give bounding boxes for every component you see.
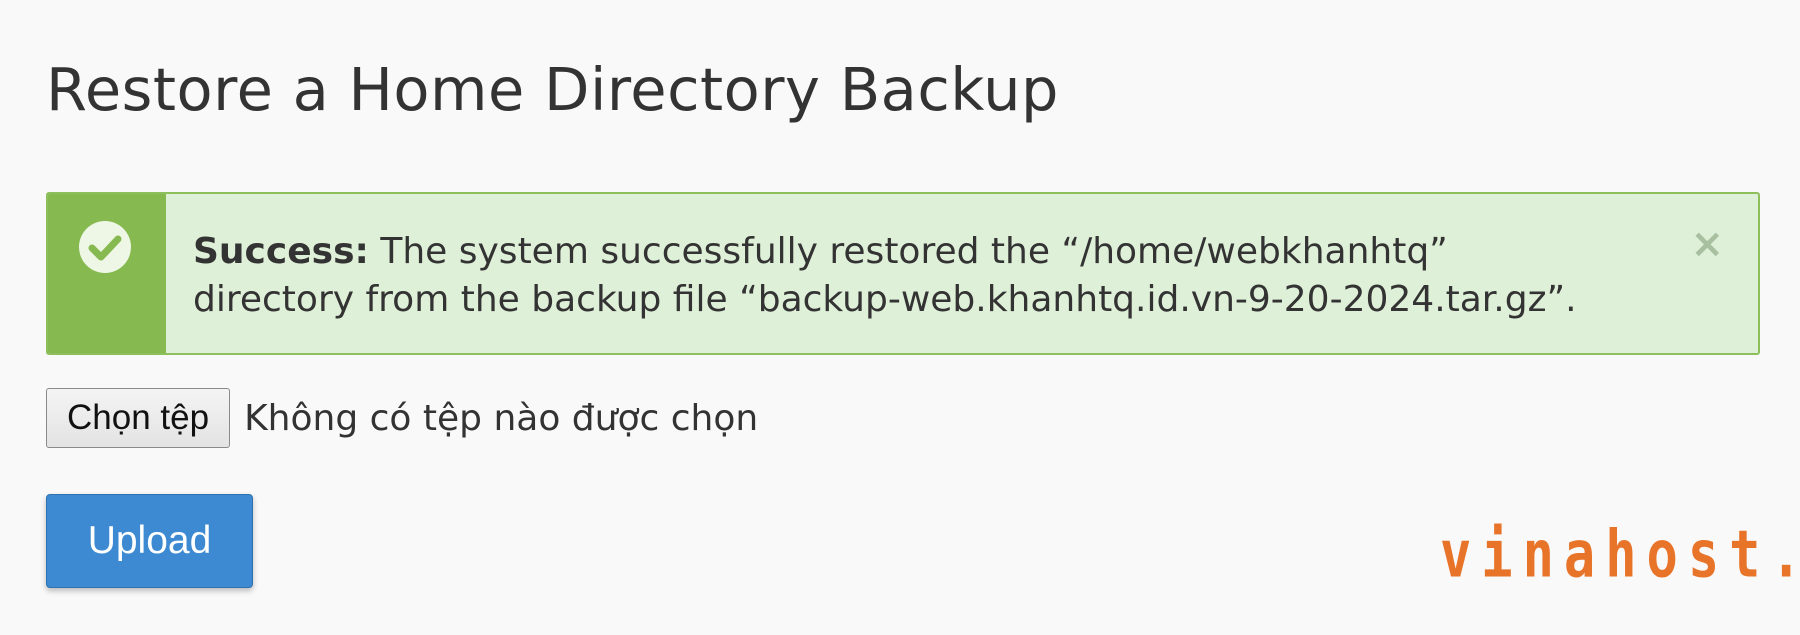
check-circle-icon xyxy=(79,221,131,273)
alert-text: The system successfully restored the “/h… xyxy=(193,231,1577,320)
alert-label: Success: xyxy=(193,231,369,272)
page-title: Restore a Home Directory Backup xyxy=(46,55,1059,124)
watermark-text: vinahost. xyxy=(1440,517,1800,593)
file-status-text: Không có tệp nào được chọn xyxy=(244,397,759,439)
close-icon[interactable]: × xyxy=(1690,224,1724,264)
alert-sidebar xyxy=(48,194,166,353)
choose-file-button[interactable]: Chọn tệp xyxy=(46,388,231,448)
vinahost-watermark: vinahost. xyxy=(1440,518,1800,593)
success-alert: Success: The system successfully restore… xyxy=(46,192,1760,355)
file-input-row: Chọn tệp Không có tệp nào được chọn xyxy=(46,388,758,448)
alert-message: Success: The system successfully restore… xyxy=(193,228,1613,324)
upload-button[interactable]: Upload xyxy=(46,494,253,588)
